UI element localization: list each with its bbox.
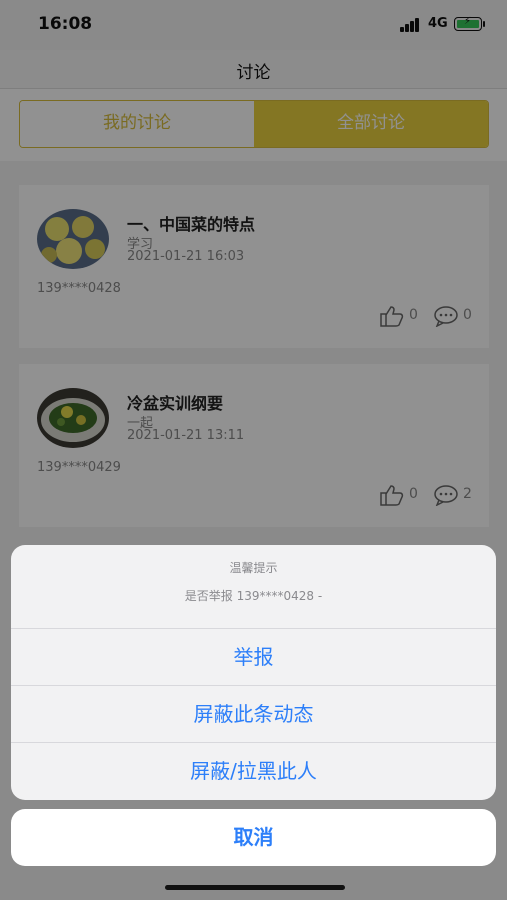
action-sheet-header: 温馨提示 是否举报 139****0428 - [11,545,496,629]
home-indicator[interactable] [165,885,345,890]
report-button[interactable]: 举报 [11,628,496,685]
action-sheet: 温馨提示 是否举报 139****0428 - 举报 屏蔽此条动态 屏蔽/拉黑此… [11,545,496,800]
block-user-button[interactable]: 屏蔽/拉黑此人 [11,742,496,799]
cancel-button[interactable]: 取消 [11,809,496,866]
action-sheet-message: 是否举报 139****0428 - [184,589,323,603]
hide-post-button[interactable]: 屏蔽此条动态 [11,685,496,742]
action-sheet-title: 温馨提示 [229,561,278,575]
